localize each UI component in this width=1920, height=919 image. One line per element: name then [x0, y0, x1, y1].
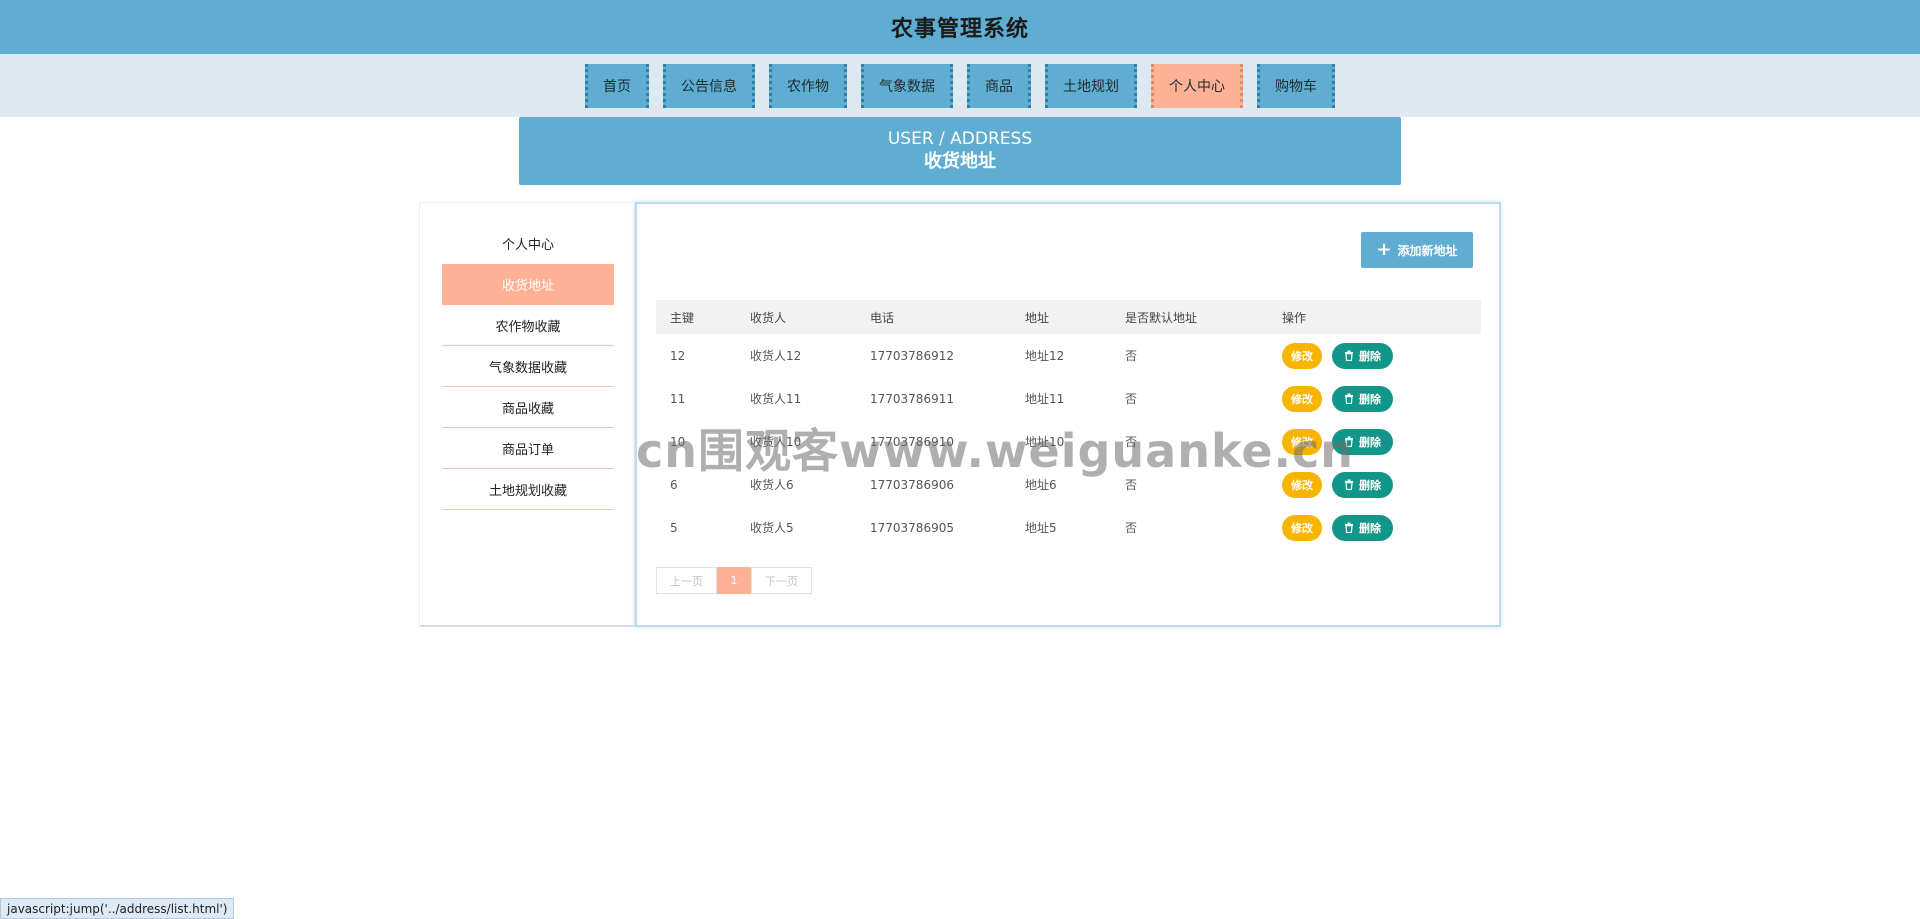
banner-subtitle: USER / ADDRESS — [887, 129, 1033, 149]
cell-id: 12 — [670, 348, 686, 363]
cell-address: 地址11 — [1025, 392, 1065, 406]
cell-actions: 修改 删除 — [1268, 377, 1481, 420]
cell-phone: 17703786911 — [870, 391, 954, 406]
cell-actions: 修改 删除 — [1268, 334, 1481, 377]
trash-icon — [1345, 479, 1353, 490]
column-header-default: 是否默认地址 — [1125, 310, 1198, 325]
app-header: 农事管理系统 — [0, 0, 1920, 54]
sidebar: 个人中心 收货地址 农作物收藏 气象数据收藏 商品收藏 商品订单 土地规划收藏 — [419, 202, 635, 627]
page-banner: USER / ADDRESS 收货地址 — [519, 117, 1401, 185]
nav-item-products[interactable]: 商品 — [967, 63, 1031, 108]
cell-default: 否 — [1125, 521, 1138, 535]
cell-address: 地址12 — [1025, 349, 1065, 363]
cell-default: 否 — [1125, 349, 1138, 363]
cell-phone: 17703786910 — [870, 434, 954, 449]
cell-id: 5 — [670, 520, 678, 535]
edit-button[interactable]: 修改 — [1282, 342, 1322, 369]
sidebar-item-product-favorites[interactable]: 商品收藏 — [442, 387, 614, 428]
column-header-receiver: 收货人 — [750, 310, 787, 325]
page-title: 收货地址 — [924, 151, 996, 172]
table-row: 10 收货人10 17703786910 地址10 否 修改 删除 — [656, 420, 1481, 463]
trash-icon — [1345, 393, 1353, 404]
cell-id: 11 — [670, 391, 686, 406]
cell-default: 否 — [1125, 392, 1138, 406]
nav-item-land-planning[interactable]: 土地规划 — [1045, 63, 1137, 108]
app-title: 农事管理系统 — [890, 17, 1029, 42]
trash-icon — [1345, 522, 1353, 533]
cell-default: 否 — [1125, 435, 1138, 449]
cell-address: 地址10 — [1025, 435, 1065, 449]
nav-item-cart[interactable]: 购物车 — [1257, 63, 1335, 108]
sidebar-item-land-favorites[interactable]: 土地规划收藏 — [442, 469, 614, 510]
cell-id: 6 — [670, 477, 678, 492]
address-table: 主键 收货人 电话 地址 是否默认地址 操作 12 收货人12 17703786… — [656, 300, 1481, 549]
delete-button[interactable]: 删除 — [1332, 342, 1393, 369]
nav-item-personal-center[interactable]: 个人中心 — [1151, 63, 1243, 108]
edit-button[interactable]: 修改 — [1282, 471, 1322, 498]
delete-label: 删除 — [1359, 478, 1381, 492]
column-header-address: 地址 — [1025, 310, 1050, 325]
add-address-label: 添加新地址 — [1397, 243, 1458, 258]
edit-button[interactable]: 修改 — [1282, 385, 1322, 412]
delete-label: 删除 — [1359, 521, 1381, 535]
cell-receiver: 收货人11 — [750, 392, 802, 406]
cell-actions: 修改 删除 — [1268, 420, 1481, 463]
sidebar-menu: 个人中心 收货地址 农作物收藏 气象数据收藏 商品收藏 商品订单 土地规划收藏 — [442, 223, 614, 510]
table-row: 5 收货人5 17703786905 地址5 否 修改 删除 — [656, 506, 1481, 549]
page-number-button[interactable]: 1 — [717, 567, 751, 594]
cell-receiver: 收货人12 — [750, 349, 802, 363]
status-bar: javascript:jump('../address/list.html') — [0, 898, 235, 919]
cell-receiver: 收货人10 — [750, 435, 802, 449]
table-row: 11 收货人11 17703786911 地址11 否 修改 删除 — [656, 377, 1481, 420]
sidebar-item-product-orders[interactable]: 商品订单 — [442, 428, 614, 469]
cell-receiver: 收货人5 — [750, 521, 794, 535]
table-header-row: 主键 收货人 电话 地址 是否默认地址 操作 — [656, 300, 1481, 334]
edit-button[interactable]: 修改 — [1282, 514, 1322, 541]
column-header-phone: 电话 — [870, 310, 895, 325]
add-address-button[interactable]: + 添加新地址 — [1361, 232, 1473, 268]
delete-label: 删除 — [1359, 392, 1381, 406]
delete-button[interactable]: 删除 — [1332, 385, 1393, 412]
cell-address: 地址6 — [1025, 478, 1057, 492]
nav-item-weather-data[interactable]: 气象数据 — [861, 63, 953, 108]
table-row: 12 收货人12 17703786912 地址12 否 修改 删除 — [656, 334, 1481, 377]
cell-address: 地址5 — [1025, 521, 1057, 535]
delete-button[interactable]: 删除 — [1332, 471, 1393, 498]
trash-icon — [1345, 350, 1353, 361]
prev-page-button[interactable]: 上一页 — [656, 567, 717, 594]
sidebar-item-personal-center[interactable]: 个人中心 — [442, 223, 614, 264]
cell-phone: 17703786905 — [870, 520, 954, 535]
cell-phone: 17703786906 — [870, 477, 954, 492]
cell-default: 否 — [1125, 478, 1138, 492]
nav-item-crops[interactable]: 农作物 — [769, 63, 847, 108]
sidebar-item-crop-favorites[interactable]: 农作物收藏 — [442, 305, 614, 346]
nav-item-home[interactable]: 首页 — [585, 63, 649, 108]
sidebar-item-weather-favorites[interactable]: 气象数据收藏 — [442, 346, 614, 387]
nav-item-announcements[interactable]: 公告信息 — [663, 63, 755, 108]
table-row: 6 收货人6 17703786906 地址6 否 修改 删除 — [656, 463, 1481, 506]
column-header-actions: 操作 — [1282, 310, 1307, 325]
cell-actions: 修改 删除 — [1268, 463, 1481, 506]
next-page-button[interactable]: 下一页 — [751, 567, 812, 594]
cell-actions: 修改 删除 — [1268, 506, 1481, 549]
pagination: 上一页 1 下一页 — [656, 567, 812, 594]
delete-label: 删除 — [1359, 435, 1381, 449]
cell-receiver: 收货人6 — [750, 478, 794, 492]
cell-id: 10 — [670, 434, 686, 449]
address-panel: + 添加新地址 主键 收货人 电话 地址 是否默认地址 操作 12 收货人12 … — [635, 202, 1501, 627]
column-header-id: 主键 — [670, 310, 695, 325]
delete-button[interactable]: 删除 — [1332, 428, 1393, 455]
plus-icon: + — [1376, 239, 1392, 260]
trash-icon — [1345, 436, 1353, 447]
delete-button[interactable]: 删除 — [1332, 514, 1393, 541]
edit-button[interactable]: 修改 — [1282, 428, 1322, 455]
sidebar-item-address[interactable]: 收货地址 — [442, 264, 614, 305]
main-nav: 首页 公告信息 农作物 气象数据 商品 土地规划 个人中心 购物车 — [0, 54, 1920, 117]
cell-phone: 17703786912 — [870, 348, 954, 363]
delete-label: 删除 — [1359, 349, 1381, 363]
